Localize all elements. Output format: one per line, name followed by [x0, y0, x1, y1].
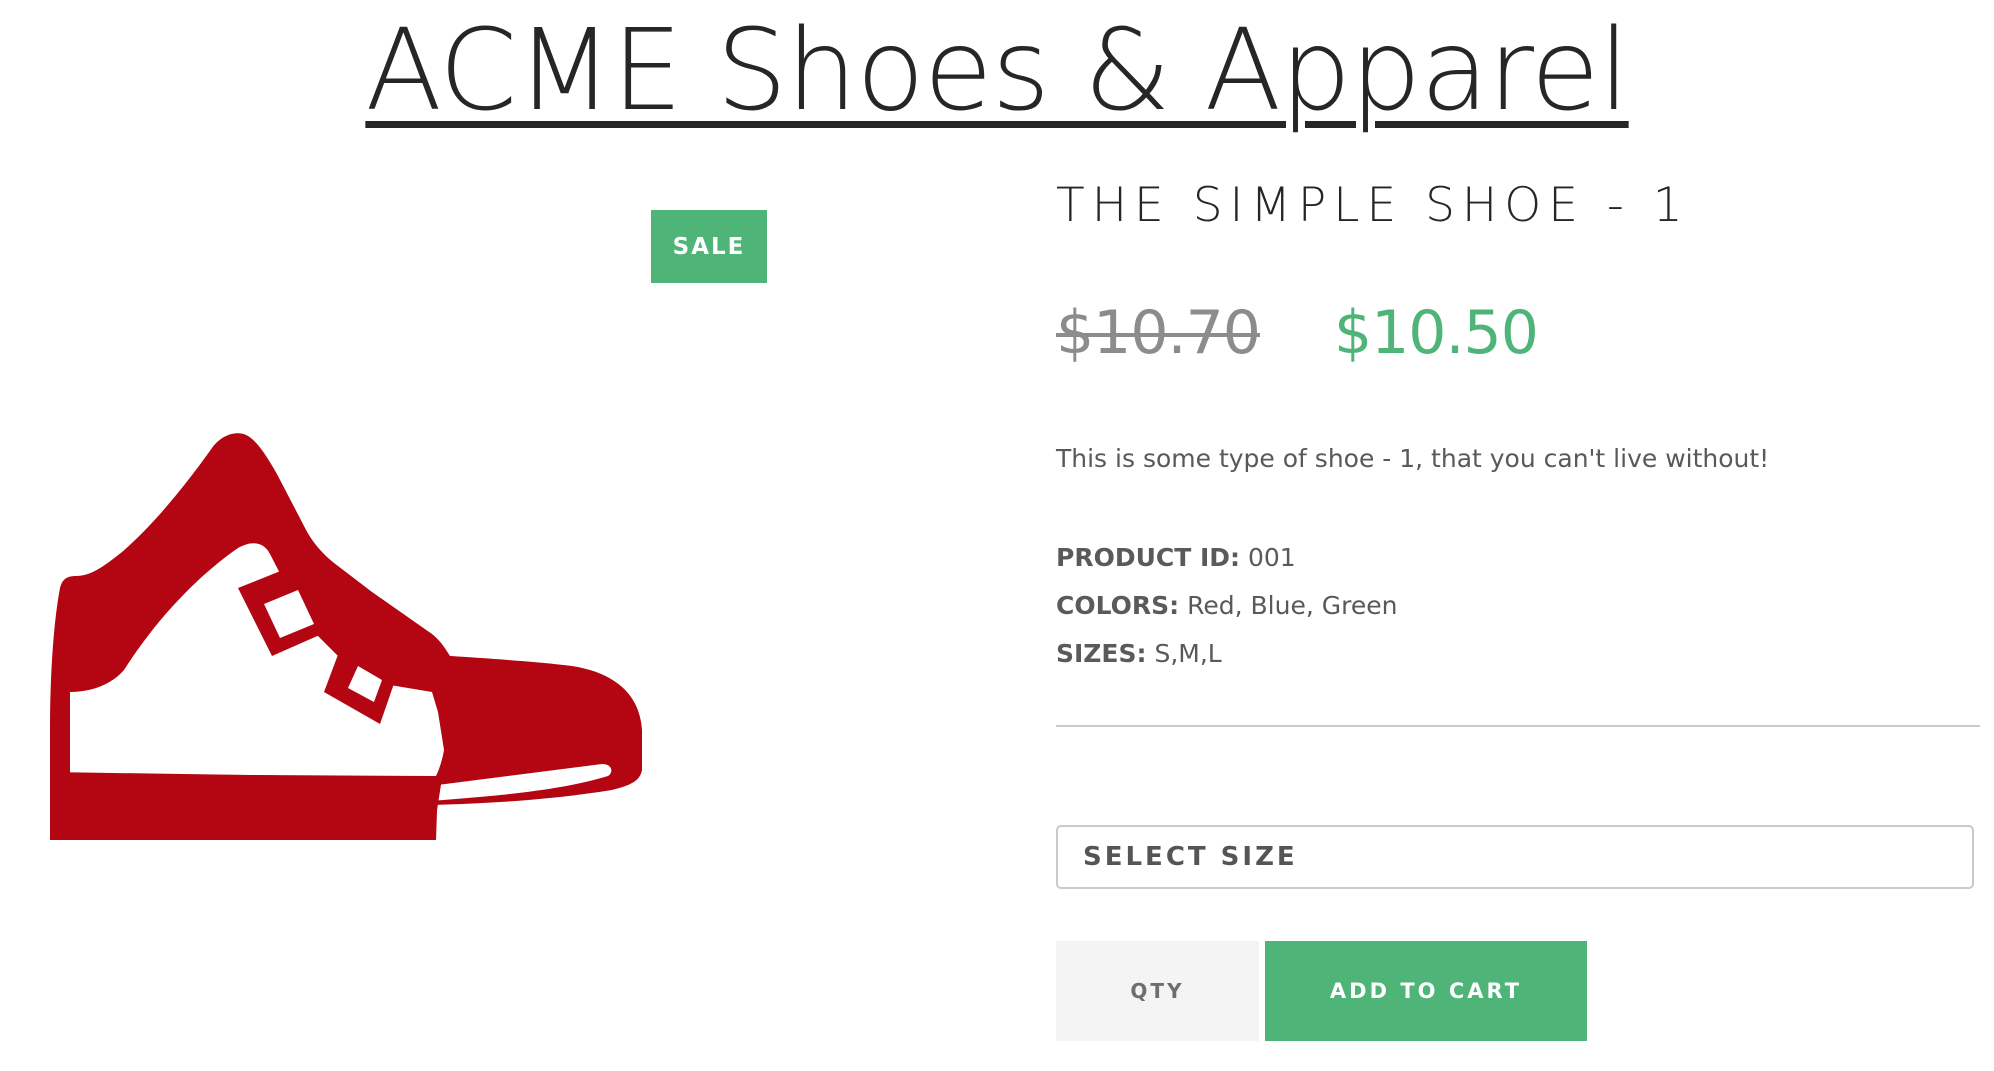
- sale-price: $10.50: [1333, 298, 1539, 368]
- spec-colors: COLORS: Red, Blue, Green: [1056, 586, 1397, 634]
- spec-label: PRODUCT ID:: [1056, 543, 1241, 572]
- spec-label: SIZES:: [1056, 639, 1147, 668]
- spec-product-id: PRODUCT ID: 001: [1056, 538, 1397, 586]
- spec-sizes: SIZES: S,M,L: [1056, 634, 1397, 682]
- divider: [1056, 725, 1980, 727]
- sneaker-icon: [50, 433, 642, 840]
- spec-label: COLORS:: [1056, 591, 1180, 620]
- price-row: $10.70 $10.50: [1056, 288, 1539, 378]
- product-specs: PRODUCT ID: 001 COLORS: Red, Blue, Green…: [1056, 538, 1397, 682]
- original-price: $10.70: [1056, 298, 1261, 368]
- spec-value: S,M,L: [1154, 639, 1222, 668]
- spec-value: 001: [1248, 543, 1296, 572]
- quantity-input[interactable]: QTY: [1056, 941, 1259, 1041]
- add-to-cart-button[interactable]: ADD TO CART: [1265, 941, 1587, 1041]
- product-description: This is some type of shoe - 1, that you …: [1056, 444, 1770, 473]
- product-title: THE SIMPLE SHOE - 1: [1056, 178, 1690, 233]
- product-page: ACME Shoes & Apparel SALE THE SIMPLE SHO…: [0, 0, 1994, 1071]
- sale-badge: SALE: [651, 210, 767, 283]
- spec-value: Red, Blue, Green: [1187, 591, 1398, 620]
- size-select[interactable]: SELECT SIZE: [1056, 825, 1974, 889]
- site-header: ACME Shoes & Apparel: [0, 6, 1994, 136]
- site-title-link[interactable]: ACME Shoes & Apparel: [365, 6, 1629, 136]
